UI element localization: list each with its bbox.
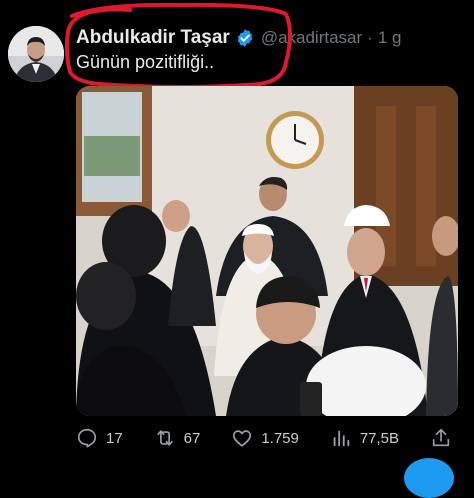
author-handle[interactable]: @akadirtasar — [261, 28, 362, 48]
share-icon — [432, 428, 450, 447]
retweet-button[interactable]: 67 — [154, 427, 201, 449]
avatar[interactable] — [8, 26, 64, 82]
share-button[interactable] — [430, 427, 460, 449]
photo-scene — [76, 86, 458, 416]
compose-fab-button[interactable] — [404, 458, 454, 498]
retweet-icon — [156, 430, 173, 446]
tweet-time[interactable]: 1 g — [378, 28, 402, 48]
tweet-actions: 17 67 1.759 77,5B — [76, 424, 460, 452]
views-button[interactable]: 77,5B — [330, 427, 399, 449]
avatar-image — [8, 26, 64, 82]
like-button[interactable]: 1.759 — [231, 427, 299, 449]
tweet-text: Günün pozitifliği.. — [76, 52, 215, 72]
verified-badge-icon — [237, 29, 253, 47]
tweet-media-photo[interactable] — [76, 86, 458, 416]
header-separator: · — [367, 28, 373, 47]
reply-icon — [77, 428, 97, 448]
views-chart-icon — [333, 430, 350, 447]
views-count: 77,5B — [359, 429, 400, 447]
author-name[interactable]: Abdulkadir Taşar — [76, 27, 230, 49]
tweet-header: Abdulkadir Taşar @akadirtasar · 1 g — [76, 24, 401, 52]
tweet[interactable]: Abdulkadir Taşar @akadirtasar · 1 g Günü… — [0, 0, 474, 498]
retweet-count: 67 — [183, 429, 201, 447]
heart-icon — [233, 430, 252, 447]
reply-button[interactable]: 17 — [76, 427, 123, 449]
like-count: 1.759 — [261, 429, 299, 447]
reply-count: 17 — [106, 429, 123, 447]
